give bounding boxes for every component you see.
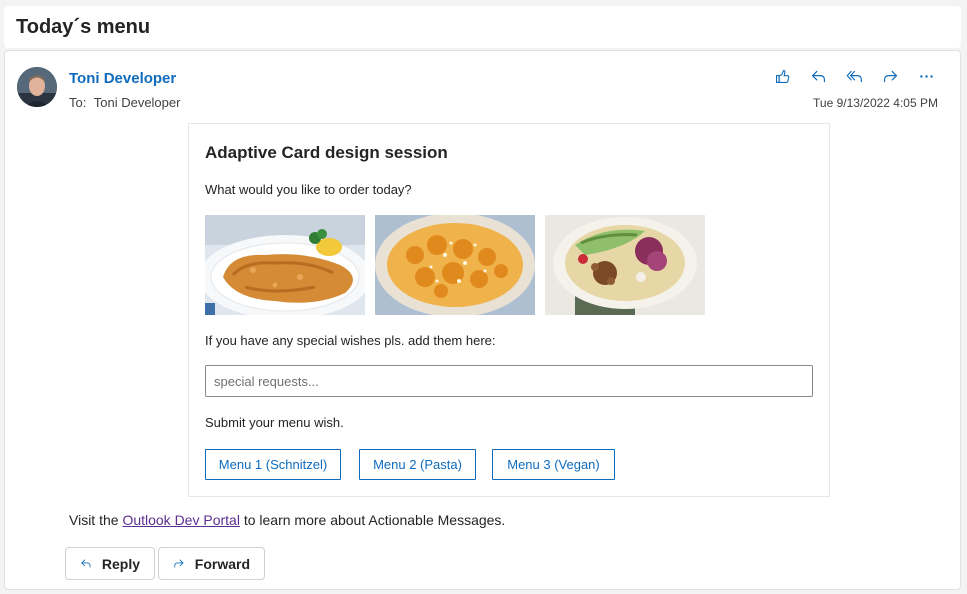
recipient-name[interactable]: Toni Developer (94, 95, 181, 110)
special-requests-input[interactable] (205, 365, 813, 397)
like-icon (775, 69, 789, 83)
adaptive-card: Adaptive Card design session What would … (188, 123, 830, 497)
reply-action-button[interactable] (804, 65, 832, 87)
forward-button[interactable]: Forward (158, 547, 265, 580)
schnitzel-image (205, 215, 365, 315)
footer-prefix: Visit the (69, 512, 119, 528)
to-label: To: (69, 95, 87, 110)
menu-1-schnitzel-button[interactable]: Menu 1 (Schnitzel) (205, 449, 341, 480)
more-actions-button[interactable] (912, 65, 940, 87)
card-question: What would you like to order today? (205, 182, 412, 197)
reply-all-button[interactable] (840, 65, 868, 87)
reply-icon (811, 70, 825, 82)
forward-label: Forward (194, 555, 250, 572)
avatar[interactable] (17, 67, 57, 107)
reply-button[interactable]: Reply (65, 547, 155, 580)
reply-all-icon (846, 70, 862, 82)
recipient-line: To: Toni Developer (69, 95, 180, 110)
forward-icon (883, 70, 897, 82)
sender-name[interactable]: Toni Developer (69, 70, 176, 87)
footer-suffix: to learn more about Actionable Messages. (243, 512, 506, 528)
reply-icon (81, 559, 91, 568)
menu-3-vegan-button[interactable]: Menu 3 (Vegan) (492, 449, 615, 480)
reply-label: Reply (101, 555, 140, 572)
like-button[interactable] (768, 65, 796, 87)
message-actions (768, 65, 940, 87)
email-subject: Today´s menu (16, 15, 151, 38)
forward-action-button[interactable] (876, 65, 904, 87)
footer-text: Visit the Outlook Dev Portal to learn mo… (69, 512, 505, 528)
special-wishes-label: If you have any special wishes pls. add … (205, 333, 496, 348)
outlook-dev-portal-link[interactable]: Outlook Dev Portal (122, 512, 240, 528)
timestamp: Tue 9/13/2022 4:05 PM (813, 96, 938, 110)
submit-label: Submit your menu wish. (205, 415, 344, 430)
forward-icon (174, 559, 184, 568)
menu-2-pasta-button[interactable]: Menu 2 (Pasta) (359, 449, 476, 480)
subject-bar: Today´s menu (4, 6, 961, 48)
vegan-bowl-image (545, 215, 705, 315)
message-pane: Toni Developer To: Toni Developer Tue 9/… (4, 50, 961, 590)
avatar-photo (17, 67, 57, 107)
more-icon (919, 74, 933, 78)
pasta-image (375, 215, 535, 315)
card-title: Adaptive Card design session (205, 143, 448, 162)
